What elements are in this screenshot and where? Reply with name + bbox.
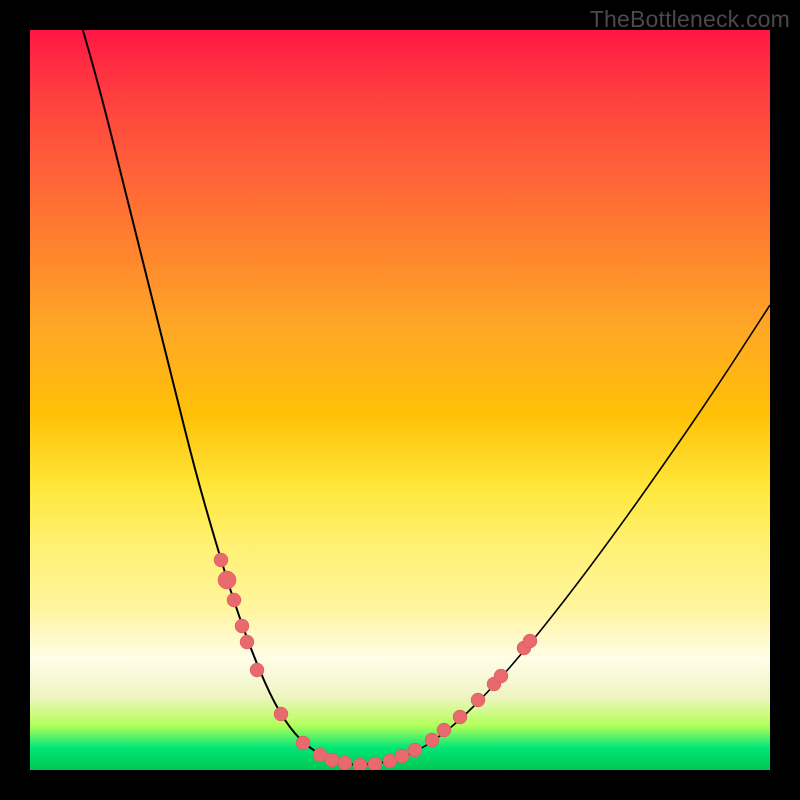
data-point	[517, 641, 531, 655]
data-point	[383, 754, 397, 768]
data-point	[471, 693, 485, 707]
data-point	[425, 733, 439, 747]
data-point	[437, 723, 451, 737]
data-point	[487, 677, 501, 691]
data-point	[395, 749, 409, 763]
data-point	[227, 593, 241, 607]
left-curve	[80, 30, 355, 765]
data-point	[325, 753, 339, 767]
data-point	[408, 743, 422, 757]
data-point	[250, 663, 264, 677]
data-point	[296, 736, 310, 750]
data-point	[368, 757, 382, 770]
chart-svg	[30, 30, 770, 770]
data-point	[235, 619, 249, 633]
data-point	[353, 758, 367, 770]
data-point	[494, 669, 508, 683]
chart-canvas: TheBottleneck.com	[0, 0, 800, 800]
data-point	[453, 710, 467, 724]
watermark-text: TheBottleneck.com	[590, 6, 790, 33]
data-point	[313, 748, 327, 762]
plot-area	[30, 30, 770, 770]
data-point	[274, 707, 288, 721]
right-curve	[355, 305, 770, 765]
data-point	[218, 571, 236, 589]
data-points-group	[214, 553, 537, 770]
data-point	[214, 553, 228, 567]
data-point	[338, 756, 352, 770]
data-point	[240, 635, 254, 649]
data-point	[523, 634, 537, 648]
